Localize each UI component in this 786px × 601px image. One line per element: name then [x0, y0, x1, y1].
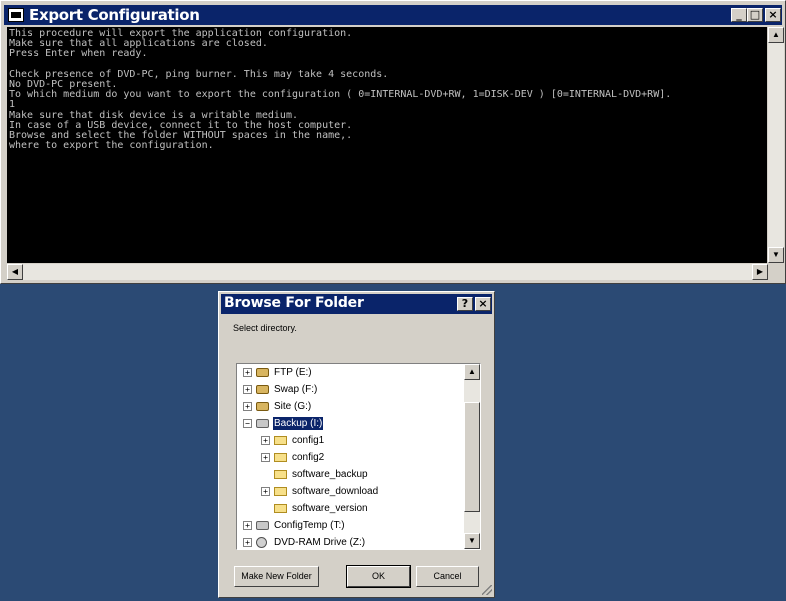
console-line: where to export the configuration.: [9, 140, 214, 152]
expand-plus-icon[interactable]: +: [243, 521, 252, 530]
dvd-drive-icon: [256, 537, 267, 548]
dialog-instruction: Select directory.: [233, 323, 297, 333]
expand-plus-icon[interactable]: +: [243, 538, 252, 547]
network-drive-icon: [256, 402, 269, 411]
folder-icon: [274, 504, 287, 513]
drive-icon: [256, 521, 269, 530]
expand-plus-icon[interactable]: +: [243, 368, 252, 377]
folder-icon: [274, 470, 287, 479]
console-line: Check presence of DVD-PC, ping burner. T…: [9, 68, 389, 80]
help-button[interactable]: ?: [457, 297, 473, 311]
tree-scroll-down-arrow-icon[interactable]: ▼: [464, 533, 480, 549]
drive-icon: [256, 419, 269, 428]
tree-vertical-scrollbar[interactable]: ▲ ▼: [464, 364, 480, 549]
tree-item-label: DVD-RAM Drive (Z:): [274, 537, 366, 548]
resize-grip-icon[interactable]: [482, 585, 492, 595]
folder-icon: [274, 487, 287, 496]
console-title: Export Configuration: [29, 6, 200, 24]
dialog-title: Browse For Folder: [224, 295, 364, 311]
cancel-button[interactable]: Cancel: [416, 566, 479, 587]
tree-item-label: config1: [292, 435, 325, 446]
tree-item-label: software_version: [292, 503, 368, 514]
console-app-icon: [8, 8, 24, 22]
console-output[interactable]: This procedure will export the applicati…: [7, 27, 767, 263]
console-title-bar[interactable]: Export Configuration _ □ ×: [4, 5, 782, 25]
expand-plus-icon[interactable]: +: [261, 487, 270, 496]
tree-item-label: Swap (F:): [274, 384, 318, 395]
collapse-minus-icon[interactable]: −: [243, 419, 252, 428]
console-line: To which medium do you want to export th…: [9, 89, 672, 101]
dialog-close-button[interactable]: ×: [475, 297, 491, 311]
expand-plus-icon[interactable]: +: [261, 453, 270, 462]
folder-icon: [274, 436, 287, 445]
tree-item-label: ConfigTemp (T:): [274, 520, 345, 531]
minimize-button[interactable]: _: [731, 8, 747, 22]
scroll-up-arrow-icon[interactable]: ▲: [768, 27, 784, 43]
tree-item-label: Site (G:): [274, 401, 312, 412]
expand-plus-icon[interactable]: +: [243, 402, 252, 411]
ok-button[interactable]: OK: [346, 565, 411, 588]
dialog-title-bar[interactable]: Browse For Folder ? ×: [221, 294, 492, 314]
maximize-button[interactable]: □: [747, 8, 763, 22]
tree-item-label: software_backup: [292, 469, 368, 480]
folder-tree[interactable]: + FTP (E:) + Swap (F:) + Site (G:) − Backup (I:…: [236, 363, 481, 550]
scroll-left-arrow-icon[interactable]: ◀: [7, 264, 23, 280]
tree-scroll-thumb[interactable]: [464, 402, 480, 512]
console-line: Press Enter when ready.: [9, 48, 148, 60]
network-drive-icon: [256, 368, 269, 377]
scroll-down-arrow-icon[interactable]: ▼: [768, 247, 784, 263]
expand-plus-icon[interactable]: +: [261, 436, 270, 445]
make-new-folder-button[interactable]: Make New Folder: [234, 566, 319, 587]
tree-item-label: FTP (E:): [274, 367, 312, 378]
console-vertical-scrollbar[interactable]: ▲ ▼: [768, 27, 784, 263]
console-text: This procedure will export the applicati…: [7, 27, 767, 151]
scroll-right-arrow-icon[interactable]: ▶: [752, 264, 768, 280]
folder-icon: [274, 453, 287, 462]
browse-folder-dialog: Browse For Folder ? × Select directory. …: [218, 291, 495, 598]
console-horizontal-scrollbar[interactable]: ◀ ▶: [7, 264, 768, 280]
tree-item-label: software_download: [292, 486, 379, 497]
tree-scroll-up-arrow-icon[interactable]: ▲: [464, 364, 480, 380]
tree-item-label: Backup (I:): [271, 416, 325, 431]
console-window: Export Configuration _ □ × This procedur…: [0, 0, 786, 284]
expand-plus-icon[interactable]: +: [243, 385, 252, 394]
network-drive-icon: [256, 385, 269, 394]
close-button[interactable]: ×: [765, 8, 781, 22]
tree-item-label: config2: [292, 452, 325, 463]
